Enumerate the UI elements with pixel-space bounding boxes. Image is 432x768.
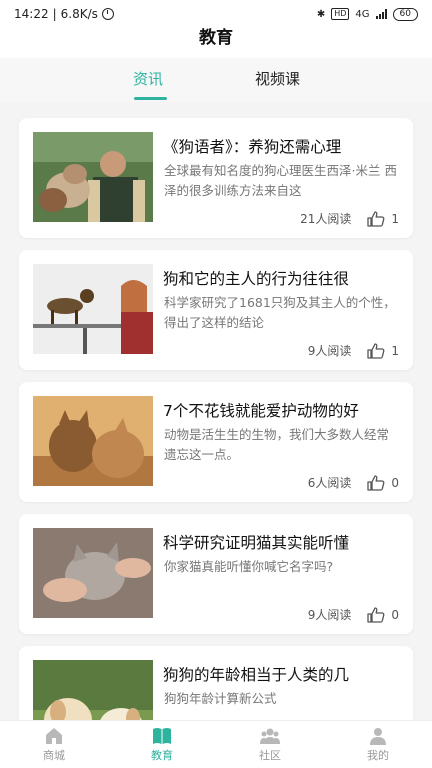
like-count: 0 [391,607,399,622]
nav-shop[interactable]: 商城 [0,721,108,768]
thumbs-up-icon[interactable] [367,606,385,623]
like-count: 0 [391,475,399,490]
page-title: 教育 [199,28,233,48]
like-count: 1 [391,211,399,226]
article-meta: 21人阅读 1 [300,210,399,227]
active-tab-indicator [134,97,167,100]
thumbs-up-icon[interactable] [367,474,385,491]
bottom-nav: 商城 教育 社区 我的 [0,720,432,768]
nav-label: 社区 [259,748,281,762]
article-summary: 狗狗年龄计算新公式 [164,691,277,706]
article-summary: 你家猫真能听懂你喊它名字吗? [164,559,334,574]
article-summary: 全球最有知名度的狗心理医生西泽·米兰 西泽的很多训练方法来自这 [164,163,397,198]
network-speed: 6.8K/s [60,7,98,21]
article-meta: 9人阅读 0 [308,606,399,623]
bluetooth-icon: ✱ [316,8,326,20]
page-header: 教育 [0,28,432,58]
hd-icon: HD [331,8,350,20]
nav-education[interactable]: 教育 [108,721,216,768]
home-icon [46,727,62,744]
article-title[interactable]: 狗和它的主人的行为往往很 [163,269,403,289]
article-title[interactable]: 狗狗的年龄相当于人类的几 [163,665,403,685]
tab-bar: 资讯 视频课 [0,58,432,102]
tab-video-courses[interactable]: 视频课 [255,68,300,89]
article-thumbnail-cat-petted [33,528,153,618]
article-title[interactable]: 科学研究证明猫其实能听懂 [163,533,403,553]
article-title[interactable]: 7个不花钱就能爱护动物的好 [163,401,403,421]
article-thumbnail-two-cats [33,396,153,486]
nav-label: 商城 [43,748,65,762]
read-count: 9人阅读 [307,344,352,358]
article-meta: 6人阅读 0 [308,474,399,491]
nav-label: 我的 [367,748,389,762]
article-thumbnail-woman-and-dog [33,264,153,354]
article-meta: 9人阅读 1 [308,342,399,359]
signal-icon [375,9,387,19]
thumbs-up-icon[interactable] [367,210,385,227]
article-summary: 科学家研究了1681只狗及其主人的个性，得出了这样的结论 [164,295,396,330]
article-card[interactable]: 狗狗的年龄相当于人类的几 狗狗年龄计算新公式 [19,646,413,720]
thumbs-up-icon[interactable] [367,342,385,359]
read-count: 9人阅读 [307,608,352,622]
article-feed[interactable]: 《狗语者》：养狗还需心理 全球最有知名度的狗心理医生西泽·米兰 西泽的很多训练方… [0,110,432,720]
status-bar: 14:22 | 6.8K/s ✱ HD 4G 60 [0,0,432,28]
community-icon [260,728,280,744]
article-summary: 动物是活生生的生物，我们大多数人经常遗忘这一点。 [164,427,390,462]
article-title[interactable]: 《狗语者》：养狗还需心理 [163,137,403,157]
nav-community[interactable]: 社区 [216,721,324,768]
article-thumbnail-man-with-dogs [33,132,153,222]
network-type: 4G [355,8,370,20]
user-icon [370,727,386,745]
nav-label: 教育 [151,748,173,762]
article-card[interactable]: 《狗语者》：养狗还需心理 全球最有知名度的狗心理医生西泽·米兰 西泽的很多训练方… [19,118,413,238]
battery-icon: 60 [392,7,418,21]
alarm-icon [101,8,114,20]
like-count: 1 [391,343,399,358]
tab-news[interactable]: 资讯 [133,68,163,89]
read-count: 6人阅读 [307,476,352,490]
article-thumbnail-puppies [33,660,153,720]
status-time: 14:22 [14,7,49,21]
article-card[interactable]: 7个不花钱就能爱护动物的好 动物是活生生的生物，我们大多数人经常遗忘这一点。 6… [19,382,413,502]
book-icon [153,727,171,744]
nav-profile[interactable]: 我的 [324,721,432,768]
article-card[interactable]: 科学研究证明猫其实能听懂 你家猫真能听懂你喊它名字吗? 9人阅读 0 [19,514,413,634]
article-card[interactable]: 狗和它的主人的行为往往很 科学家研究了1681只狗及其主人的个性，得出了这样的结… [19,250,413,370]
read-count: 21人阅读 [300,212,352,226]
